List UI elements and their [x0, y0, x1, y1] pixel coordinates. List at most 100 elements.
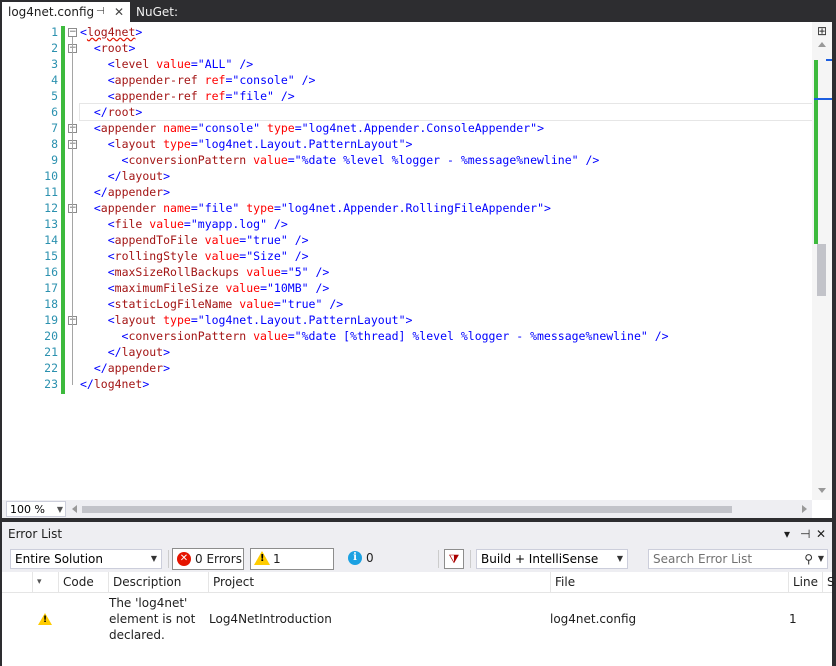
errors-label: 0 Errors	[195, 552, 242, 566]
header-project[interactable]: Project	[208, 572, 550, 592]
search-icon[interactable]: ⚲	[804, 550, 813, 568]
collapse-icon[interactable]: −	[68, 28, 77, 37]
close-icon[interactable]: ✕	[816, 522, 826, 546]
header-filter-icon[interactable]: ▾	[32, 572, 54, 592]
tab-log4net-config[interactable]: log4net.config ⊣ ✕	[2, 2, 130, 22]
toolbar-separator	[168, 550, 169, 568]
code-line[interactable]: </log4net>	[80, 376, 810, 392]
zoom-dropdown[interactable]: 100 % ▼	[6, 501, 66, 517]
xml-punctuation	[80, 281, 108, 295]
code-line[interactable]: </appender>	[80, 360, 810, 376]
xml-punctuation: ="	[190, 137, 205, 151]
code-line[interactable]: <root>	[80, 40, 810, 56]
code-line[interactable]: <conversionPattern value="%date [%thread…	[80, 328, 810, 344]
horizontal-scroll-thumb[interactable]	[82, 506, 732, 513]
scope-value: Entire Solution	[15, 552, 103, 566]
code-line[interactable]: <appender-ref ref="console" />	[80, 72, 810, 88]
xml-punctuation: ">	[398, 313, 413, 327]
xml-punctuation: <	[93, 201, 101, 215]
change-tracking-bar	[61, 26, 65, 394]
cell-project: Log4NetIntroduction	[209, 612, 332, 626]
code-line[interactable]: </layout>	[80, 168, 810, 184]
code-editor[interactable]: 1234567891011121314151617181920212223 −−…	[2, 22, 832, 518]
line-number: 22	[44, 361, 58, 375]
xml-punctuation: " />	[260, 217, 288, 231]
messages-filter-button[interactable]: i 0 Messages	[344, 548, 436, 585]
code-line[interactable]: <appender name="file" type="log4net.Appe…	[80, 200, 810, 216]
xml-punctuation: <	[107, 313, 115, 327]
warnings-filter-button[interactable]: ! 1 Warning	[250, 548, 334, 586]
xml-punctuation: ="	[225, 89, 240, 103]
scroll-map-changes	[814, 60, 818, 244]
xml-punctuation: " />	[315, 297, 344, 311]
filter-icon[interactable]: ⧩	[444, 549, 464, 569]
search-error-list-input[interactable]: Search Error List ⚲ ▼	[648, 549, 828, 569]
close-icon[interactable]: ✕	[114, 2, 124, 22]
xml-punctuation: ="	[273, 201, 288, 215]
code-line[interactable]: <appender name="console" type="log4net.A…	[80, 120, 810, 136]
code-line[interactable]: <staticLogFileName value="true" />	[80, 296, 810, 312]
code-line[interactable]: <rollingStyle value="Size" />	[80, 248, 810, 264]
scroll-right-icon[interactable]	[802, 505, 807, 513]
vertical-scrollbar[interactable]: ⊞	[812, 22, 832, 500]
code-line[interactable]: </appender>	[80, 184, 810, 200]
code-line[interactable]: <maxSizeRollBackups value="5" />	[80, 264, 810, 280]
code-line[interactable]: </root>	[79, 103, 813, 121]
tab-nuget[interactable]: NuGet: Log4NetIntroduction	[130, 2, 300, 39]
xml-punctuation: ="	[190, 201, 205, 215]
xml-punctuation: ="	[190, 57, 205, 71]
code-line[interactable]: <layout type="log4net.Layout.PatternLayo…	[80, 312, 810, 328]
xml-punctuation: <	[107, 281, 115, 295]
tab-label: log4net.config	[8, 5, 95, 19]
code-line[interactable]: </layout>	[80, 344, 810, 360]
scroll-map-position-marker	[814, 98, 832, 100]
scroll-down-icon[interactable]	[818, 488, 826, 493]
xml-attribute-name: name	[163, 121, 191, 135]
code-line[interactable]: <maximumFileSize value="10MB" />	[80, 280, 810, 296]
scroll-left-icon[interactable]	[72, 505, 77, 513]
build-filter-dropdown[interactable]: Build + IntelliSense ▼	[476, 549, 628, 569]
xml-punctuation: " />	[301, 281, 330, 295]
header-suppression[interactable]: S	[822, 572, 835, 592]
pin-icon[interactable]: ⊣	[96, 2, 105, 22]
chevron-down-icon: ▼	[56, 505, 63, 514]
header-line[interactable]: Line	[788, 572, 822, 592]
line-number: 12	[44, 201, 58, 215]
code-line[interactable]: <level value="ALL" />	[80, 56, 810, 72]
errors-filter-button[interactable]: ✕ 0 Errors	[172, 548, 244, 570]
code-line[interactable]: <file value="myapp.log" />	[80, 216, 810, 232]
xml-punctuation	[80, 185, 94, 199]
header-severity[interactable]	[2, 572, 32, 592]
outline-guide	[72, 325, 73, 353]
vertical-scroll-thumb[interactable]	[817, 244, 826, 296]
header-description[interactable]: Description	[108, 572, 208, 592]
xml-punctuation: <	[93, 121, 101, 135]
pin-icon[interactable]: ⊣	[800, 522, 810, 546]
window-position-icon[interactable]: ▾	[784, 522, 790, 546]
xml-tag-name: maxSizeRollBackups	[114, 265, 240, 279]
xml-punctuation: " />	[301, 265, 330, 279]
xml-punctuation: >	[163, 361, 171, 375]
xml-punctuation	[80, 201, 94, 215]
xml-attribute-value: log4net.Layout.PatternLayout	[204, 313, 399, 327]
xml-attribute-value: true	[253, 233, 281, 247]
xml-attribute-value: true	[287, 297, 316, 311]
xml-punctuation	[198, 73, 205, 87]
code-line[interactable]: <layout type="log4net.Layout.PatternLayo…	[80, 136, 810, 152]
xml-punctuation: <	[93, 41, 101, 55]
header-code[interactable]: Code	[58, 572, 108, 592]
header-file[interactable]: File	[550, 572, 788, 592]
code-line[interactable]: <conversionPattern value="%date %level %…	[80, 152, 810, 168]
xml-tag-name: layout	[121, 345, 164, 359]
split-window-icon[interactable]: ⊞	[814, 24, 830, 38]
code-text-area[interactable]: <log4net> <root> <level value="ALL" /> <…	[79, 24, 813, 392]
code-line[interactable]: <appender-ref ref="file" />	[80, 88, 810, 104]
xml-attribute-value: %date [%thread] %level %logger - %messag…	[301, 329, 641, 343]
xml-punctuation: <	[107, 73, 115, 87]
code-line[interactable]: <log4net>	[80, 24, 810, 40]
code-line[interactable]: <appendToFile value="true" />	[80, 232, 810, 248]
scope-dropdown[interactable]: Entire Solution ▼	[10, 549, 162, 569]
table-row[interactable]: ! The 'log4net' element is not declared.…	[2, 593, 832, 645]
chevron-down-icon[interactable]: ▼	[818, 550, 824, 568]
scroll-up-icon[interactable]	[818, 42, 826, 47]
